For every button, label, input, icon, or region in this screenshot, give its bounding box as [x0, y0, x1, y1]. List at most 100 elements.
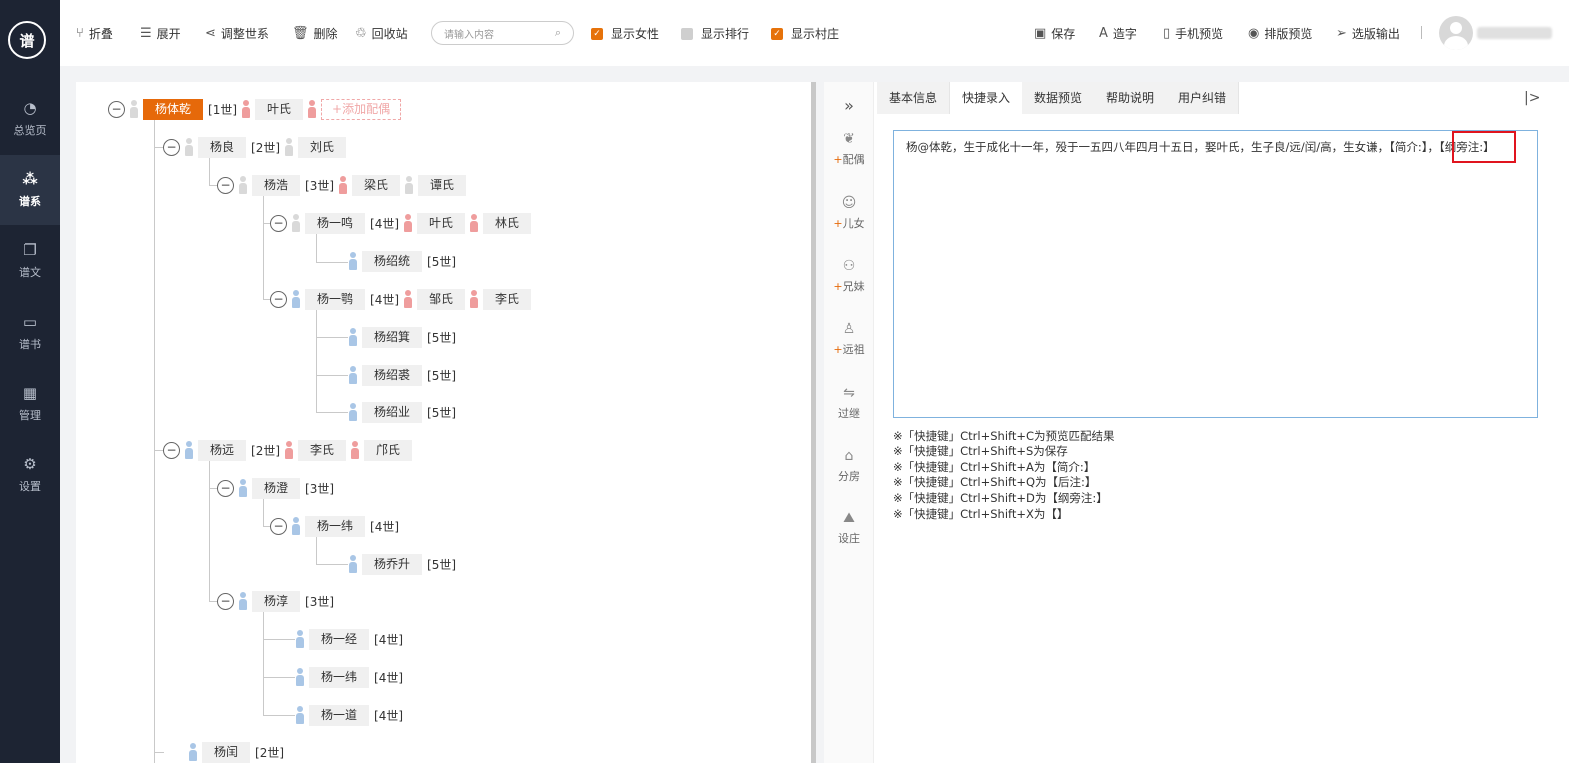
show-female-checkbox[interactable]: ✓ 显示女性	[591, 25, 659, 42]
tree-node: − 杨浩 [3世] 梁氏 谭氏	[217, 174, 467, 196]
person-name[interactable]: 杨绍统	[362, 250, 423, 272]
recycle-bin-button[interactable]: ♲ 回收站	[355, 25, 408, 42]
collapse-icon[interactable]: −	[163, 441, 180, 459]
show-rank-checkbox[interactable]: 显示排行	[681, 25, 749, 42]
add-spouse-button[interactable]: +添加配偶	[321, 98, 402, 120]
spouse-name[interactable]: 叶氏	[255, 98, 304, 120]
adoption-tool[interactable]: ⇋ 过继	[824, 385, 874, 421]
home-icon: ⌂	[844, 448, 854, 464]
save-button[interactable]: ▣ 保存	[1034, 25, 1075, 42]
male-icon	[349, 252, 357, 270]
collapse-icon[interactable]: −	[270, 517, 287, 535]
layout-preview-button[interactable]: ◉ 排版预览	[1248, 25, 1312, 42]
book-icon: ▭	[22, 312, 38, 331]
collapse-icon[interactable]: −	[217, 592, 234, 610]
collapse-panel-button[interactable]: »	[824, 96, 874, 115]
spouse-name[interactable]: 梁氏	[352, 174, 401, 196]
spouse-name[interactable]: 李氏	[483, 288, 532, 310]
person-name[interactable]: 杨体乾	[143, 98, 204, 120]
avatar[interactable]	[1439, 16, 1473, 50]
checkbox-unchecked-icon	[681, 27, 693, 40]
male-icon	[296, 630, 304, 648]
tree-node: 杨乔升 [5世]	[349, 553, 456, 575]
username[interactable]	[1477, 27, 1552, 39]
sidebar-item-book[interactable]: ▭ 谱书	[0, 298, 60, 368]
spouse-name[interactable]: 邝氏	[364, 439, 413, 461]
person-name[interactable]: 杨良	[198, 136, 247, 158]
female-icon	[470, 290, 479, 308]
spouse-name[interactable]: 李氏	[298, 439, 347, 461]
select-output-button[interactable]: ➢ 选版输出	[1336, 25, 1400, 42]
sidebar-item-manage[interactable]: ▦ 管理	[0, 369, 60, 439]
person-name[interactable]: 杨一经	[309, 628, 370, 650]
collapse-icon[interactable]: −	[163, 138, 180, 156]
generation-label: [2世]	[251, 140, 281, 155]
person-name[interactable]: 杨乔升	[362, 553, 423, 575]
make-char-button[interactable]: A 造字	[1099, 25, 1137, 42]
lineage-tree-panel: − 杨体乾 [1世] 叶氏 +添加配偶 − 杨良 [2世] 刘氏 − 杨浩 [3…	[76, 82, 811, 763]
mountain-icon: ⛰	[843, 510, 855, 526]
child-icon: ☺	[841, 195, 857, 211]
add-spouse-tool[interactable]: ❦ +配偶	[824, 131, 874, 167]
delete-button[interactable]: 🗑 删除	[292, 25, 338, 42]
person-name[interactable]: 杨淳	[252, 590, 301, 612]
sidebar-item-articles[interactable]: ❐ 谱文	[0, 226, 60, 296]
person-name[interactable]: 杨绍箕	[362, 326, 423, 348]
add-children-tool[interactable]: ☺ +儿女	[824, 195, 874, 231]
add-ancestor-tool[interactable]: ♙ +远祖	[824, 321, 874, 357]
sidebar-item-overview[interactable]: ◔ 总览页	[0, 84, 60, 154]
tab-user-correction[interactable]: 用户纠错	[1166, 82, 1240, 114]
tab-quick-entry[interactable]: 快捷录入	[950, 82, 1024, 114]
add-siblings-tool[interactable]: ⚇ +兄妹	[824, 258, 874, 294]
expand-icon: ☰	[140, 26, 152, 41]
adjust-lineage-button[interactable]: ⋖ 调整世系	[205, 25, 269, 42]
generation-label: [2世]	[251, 443, 281, 458]
collapse-icon[interactable]: −	[108, 100, 125, 118]
branch-tool[interactable]: ⌂ 分房	[824, 448, 874, 484]
tree-node: 杨一纬 [4世]	[296, 666, 403, 688]
app-logo[interactable]: 谱	[8, 21, 46, 59]
tree-node: − 杨一纬 [4世]	[270, 515, 399, 537]
mobile-preview-button[interactable]: ▯ 手机预览	[1163, 25, 1223, 42]
fold-button[interactable]: ⑂ 折叠	[76, 25, 113, 42]
expand-button[interactable]: ☰ 展开	[140, 25, 181, 42]
search-icon[interactable]: ⌕	[555, 26, 561, 40]
tab-basic-info[interactable]: 基本信息	[877, 82, 951, 114]
person-name[interactable]: 杨浩	[252, 174, 301, 196]
panel-splitter[interactable]	[811, 82, 816, 763]
tab-help[interactable]: 帮助说明	[1094, 82, 1168, 114]
quick-entry-textarea[interactable]: 杨@体乾，生于成化十一年，殁于一五四八年四月十五日，娶叶氏，生子良/远/闰/高，…	[893, 130, 1538, 418]
person-name[interactable]: 杨一纬	[309, 666, 370, 688]
person-name[interactable]: 杨一纬	[305, 515, 366, 537]
collapse-icon[interactable]: −	[217, 176, 234, 194]
female-icon	[339, 176, 348, 194]
person-name[interactable]: 杨绍业	[362, 401, 423, 423]
tree-node: − 杨良 [2世] 刘氏	[163, 136, 347, 158]
show-village-checkbox[interactable]: ✓ 显示村庄	[771, 25, 839, 42]
tab-data-preview[interactable]: 数据预览	[1022, 82, 1096, 114]
spouse-name[interactable]: 谭氏	[418, 174, 467, 196]
tree-node: 杨绍业 [5世]	[349, 401, 456, 423]
collapse-icon[interactable]: −	[270, 290, 287, 308]
collapse-icon[interactable]: −	[270, 214, 287, 232]
person-name[interactable]: 杨一道	[309, 704, 370, 726]
eye-icon: ◉	[1248, 26, 1260, 41]
sidebar-item-settings[interactable]: ⚙ 设置	[0, 440, 60, 510]
set-village-tool[interactable]: ⛰ 设庄	[824, 510, 874, 546]
person-name[interactable]: 杨澄	[252, 477, 301, 499]
person-name[interactable]: 杨远	[198, 439, 247, 461]
tree-node: − 杨一鸣 [4世] 叶氏 林氏	[270, 212, 532, 234]
spouse-name[interactable]: 林氏	[483, 212, 532, 234]
person-name[interactable]: 杨闰	[202, 741, 251, 763]
spouse-name[interactable]: 叶氏	[417, 212, 466, 234]
person-name[interactable]: 杨一鹗	[305, 288, 366, 310]
person-name[interactable]: 杨绍裘	[362, 364, 423, 386]
spouse-name[interactable]: 刘氏	[298, 136, 347, 158]
spouse-name[interactable]: 邹氏	[417, 288, 466, 310]
female-icon	[351, 441, 360, 459]
collapse-icon[interactable]: −	[217, 479, 234, 497]
collapse-sidebar-icon[interactable]: |>	[1524, 90, 1540, 106]
search-input[interactable]: 请输入内容 ⌕	[431, 21, 574, 45]
sidebar-item-lineage[interactable]: ⁂ 谱系	[0, 155, 60, 225]
person-name[interactable]: 杨一鸣	[305, 212, 366, 234]
